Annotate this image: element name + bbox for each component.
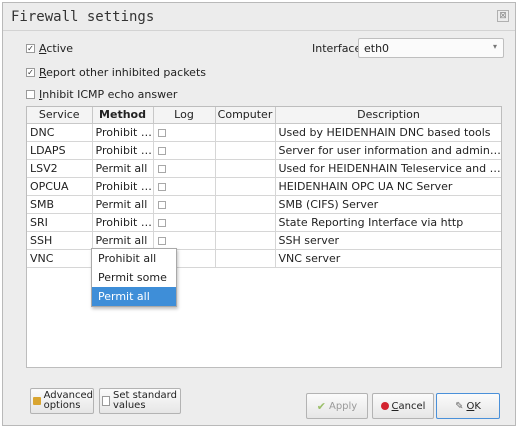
method-cell[interactable]: Prohibit all [92, 213, 154, 232]
apply-button[interactable]: ✔ Apply [306, 393, 368, 419]
log-checkbox[interactable] [157, 200, 166, 209]
description-cell: State Reporting Interface via http [275, 213, 501, 232]
computer-cell[interactable] [215, 231, 276, 250]
interface-label: Interface [312, 42, 362, 55]
method-cell[interactable]: Prohibit all [92, 177, 154, 196]
description-cell: Server for user information and administ… [275, 141, 501, 160]
log-cell[interactable] [153, 141, 216, 160]
computer-cell[interactable] [215, 195, 276, 214]
active-label: Active [39, 41, 74, 55]
description-cell: HEIDENHAIN OPC UA NC Server [275, 177, 501, 196]
log-cell[interactable] [153, 159, 216, 178]
close-icon[interactable]: ⊠ [497, 10, 509, 22]
col-header-service[interactable]: Service [27, 107, 93, 124]
report-checkbox[interactable]: ✓ [26, 67, 35, 77]
description-cell: Used for HEIDENHAIN Teleservice and T... [275, 159, 501, 178]
table-row[interactable]: SSH Permit all SSH server [27, 231, 501, 250]
description-cell: VNC server [275, 249, 501, 268]
computer-cell[interactable] [215, 123, 276, 142]
advanced-options-button[interactable]: Advanced options [30, 388, 94, 414]
method-cell[interactable]: Permit all [92, 231, 154, 250]
icmp-checkbox-row[interactable]: Inhibit ICMP echo answer [26, 86, 177, 102]
dialog-title: Firewall settings [11, 9, 155, 25]
dropdown-option-permit-all[interactable]: Permit all [92, 287, 176, 306]
method-cell[interactable]: Prohibit all [92, 141, 154, 160]
log-cell[interactable] [153, 123, 216, 142]
table-row[interactable]: DNC Prohibit all Used by HEIDENHAIN DNC … [27, 123, 501, 142]
dropdown-option-permit-some[interactable]: Permit some [92, 268, 176, 287]
log-checkbox[interactable] [157, 236, 166, 245]
page-icon [102, 396, 110, 406]
interface-select[interactable]: eth0 ▾ [358, 38, 504, 58]
stop-icon [380, 402, 389, 410]
dropdown-option-prohibit-all[interactable]: Prohibit all [92, 249, 176, 268]
service-cell: LSV2 [27, 159, 93, 178]
table-header-row: Service Method Log Computer Description [27, 107, 501, 124]
computer-cell[interactable] [215, 213, 276, 232]
active-checkbox-row[interactable]: ✓ Active [26, 40, 73, 56]
table-row[interactable]: SMB Permit all SMB (CIFS) Server [27, 195, 501, 214]
service-cell: VNC [27, 249, 93, 268]
table-row[interactable]: OPCUA Prohibit all HEIDENHAIN OPC UA NC … [27, 177, 501, 196]
description-cell: SSH server [275, 231, 501, 250]
computer-cell[interactable] [215, 159, 276, 178]
icmp-label: Inhibit ICMP echo answer [39, 87, 178, 101]
col-header-method[interactable]: Method [92, 107, 154, 124]
ok-button[interactable]: ✎ OK [436, 393, 500, 419]
table-row[interactable]: LDAPS Prohibit all Server for user infor… [27, 141, 501, 160]
services-table: Service Method Log Computer Description … [26, 106, 502, 368]
cancel-label: Cancel [391, 400, 426, 412]
col-header-log[interactable]: Log [153, 107, 216, 124]
title-bar: Firewall settings ⊠ [3, 3, 515, 31]
method-cell[interactable]: Permit all [92, 159, 154, 178]
service-cell: SMB [27, 195, 93, 214]
service-cell: SRI [27, 213, 93, 232]
log-cell[interactable] [153, 195, 216, 214]
col-header-description[interactable]: Description [275, 107, 501, 124]
method-cell[interactable]: Permit all [92, 195, 154, 214]
log-cell[interactable] [153, 213, 216, 232]
pencil-icon: ✎ [455, 400, 464, 412]
log-cell[interactable] [153, 231, 216, 250]
report-label: Report other inhibited packets [39, 65, 206, 79]
report-checkbox-row[interactable]: ✓ Report other inhibited packets [26, 64, 206, 80]
chevron-down-icon: ▾ [492, 42, 497, 51]
log-checkbox[interactable] [157, 164, 166, 173]
log-checkbox[interactable] [157, 182, 166, 191]
description-cell: Used by HEIDENHAIN DNC based tools [275, 123, 501, 142]
set-standard-values-button[interactable]: Set standard values [99, 388, 181, 414]
icmp-checkbox[interactable] [26, 89, 35, 99]
method-dropdown-menu[interactable]: Prohibit all Permit some Permit all [91, 248, 177, 307]
description-cell: SMB (CIFS) Server [275, 195, 501, 214]
log-checkbox[interactable] [157, 218, 166, 227]
table-row[interactable]: SRI Prohibit all State Reporting Interfa… [27, 213, 501, 232]
log-cell[interactable] [153, 177, 216, 196]
cancel-button[interactable]: Cancel [372, 393, 434, 419]
service-cell: LDAPS [27, 141, 93, 160]
service-cell: DNC [27, 123, 93, 142]
checkmark-icon: ✔ [316, 399, 326, 413]
computer-cell[interactable] [215, 249, 276, 268]
log-checkbox[interactable] [157, 128, 166, 137]
ok-label: OK [466, 400, 481, 412]
apply-label: Apply [328, 400, 358, 412]
service-cell: SSH [27, 231, 93, 250]
active-checkbox[interactable]: ✓ [26, 43, 35, 53]
service-cell: OPCUA [27, 177, 93, 196]
log-checkbox[interactable] [157, 146, 166, 155]
computer-cell[interactable] [215, 141, 276, 160]
table-row[interactable]: LSV2 Permit all Used for HEIDENHAIN Tele… [27, 159, 501, 178]
set-standard-values-label: Set standard values [113, 390, 177, 411]
interface-value: eth0 [364, 42, 390, 55]
computer-cell[interactable] [215, 177, 276, 196]
folder-icon [33, 397, 41, 405]
advanced-options-label: Advanced options [43, 390, 93, 411]
method-cell[interactable]: Prohibit all [92, 123, 154, 142]
col-header-computer[interactable]: Computer [215, 107, 276, 124]
